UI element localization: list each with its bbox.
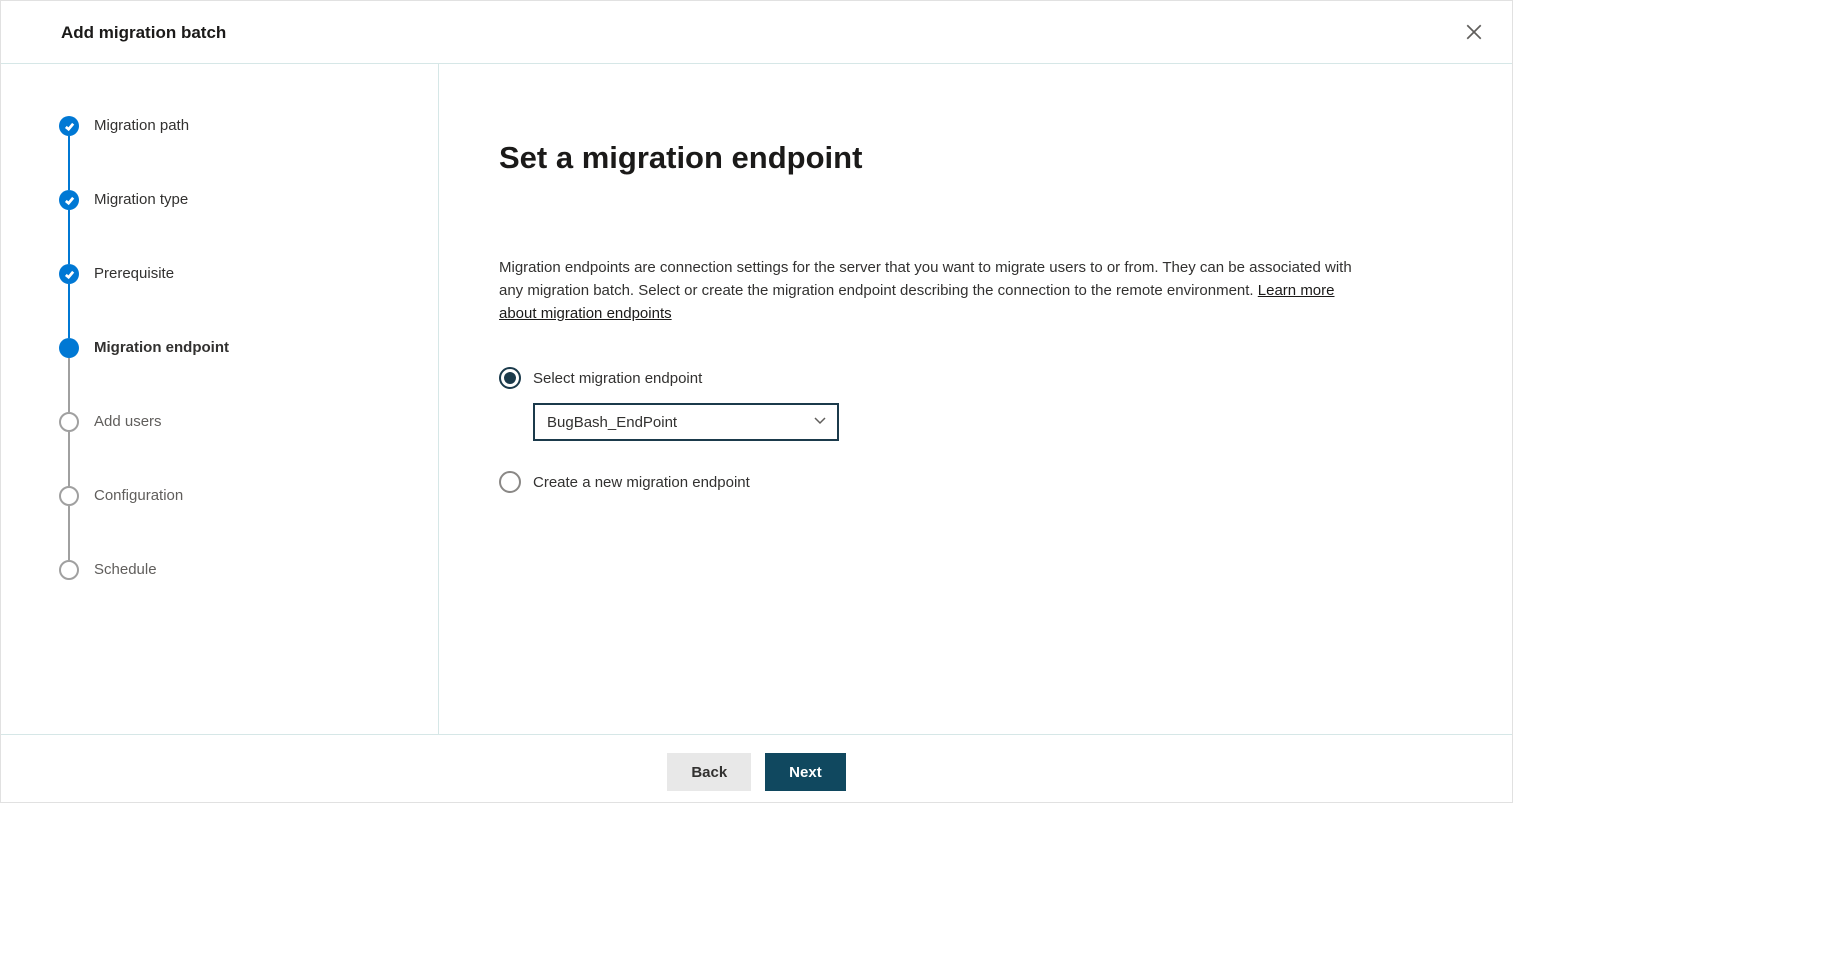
dialog-footer: Back Next: [1, 734, 1512, 809]
wizard-steps-sidebar: Migration path Migration type: [1, 64, 439, 734]
endpoint-dropdown[interactable]: BugBash_EndPoint: [533, 403, 839, 441]
next-button[interactable]: Next: [765, 753, 846, 791]
radio-create-endpoint[interactable]: Create a new migration endpoint: [499, 471, 1359, 493]
dialog-header: Add migration batch: [1, 1, 1512, 64]
step-label: Schedule: [94, 560, 157, 580]
main-content: Set a migration endpoint Migration endpo…: [439, 64, 1399, 734]
close-button[interactable]: [1460, 19, 1488, 47]
step-label: Migration endpoint: [94, 338, 229, 358]
step-label: Migration type: [94, 190, 188, 210]
step-label: Migration path: [94, 116, 189, 136]
step-schedule[interactable]: Schedule: [59, 560, 438, 580]
step-list: Migration path Migration type: [59, 116, 438, 580]
step-migration-path[interactable]: Migration path: [59, 116, 438, 190]
step-configuration[interactable]: Configuration: [59, 486, 438, 560]
active-step-icon: [59, 338, 79, 358]
dialog-body: Migration path Migration type: [1, 64, 1512, 734]
radio-label: Select migration endpoint: [533, 370, 702, 387]
pending-step-icon: [59, 486, 79, 506]
checkmark-icon: [59, 116, 79, 136]
checkmark-icon: [59, 190, 79, 210]
radio-select-endpoint[interactable]: Select migration endpoint: [499, 367, 1359, 389]
back-button[interactable]: Back: [667, 753, 751, 791]
dropdown-value: BugBash_EndPoint: [547, 414, 677, 431]
step-add-users[interactable]: Add users: [59, 412, 438, 486]
chevron-down-icon: [813, 413, 827, 432]
pending-step-icon: [59, 560, 79, 580]
close-icon: [1465, 23, 1483, 44]
endpoint-choice-group: Select migration endpoint BugBash_EndPoi…: [499, 367, 1359, 507]
page-description: Migration endpoints are connection setti…: [499, 256, 1359, 325]
step-migration-type[interactable]: Migration type: [59, 190, 438, 264]
radio-icon: [499, 367, 521, 389]
step-label: Configuration: [94, 486, 183, 506]
step-prerequisite[interactable]: Prerequisite: [59, 264, 438, 338]
checkmark-icon: [59, 264, 79, 284]
dialog-title: Add migration batch: [61, 23, 226, 43]
page-title: Set a migration endpoint: [499, 140, 1359, 176]
step-migration-endpoint[interactable]: Migration endpoint: [59, 338, 438, 412]
step-label: Add users: [94, 412, 162, 432]
radio-label: Create a new migration endpoint: [533, 474, 750, 491]
step-label: Prerequisite: [94, 264, 174, 284]
pending-step-icon: [59, 412, 79, 432]
radio-icon: [499, 471, 521, 493]
